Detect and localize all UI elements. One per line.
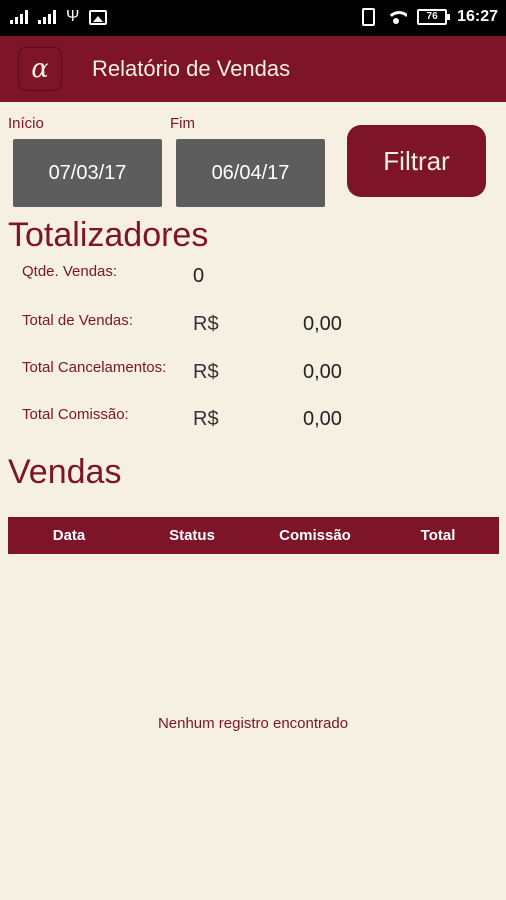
page-title: Relatório de Vendas	[92, 56, 291, 81]
cell-signal-icon	[10, 10, 28, 24]
qty-sales-value: 0	[193, 265, 205, 287]
total-commission-label: Total Comissão:	[22, 406, 129, 423]
app-bar: α Relatório de Vendas	[0, 36, 506, 102]
end-date-label: Fim	[170, 115, 195, 132]
vibrate-icon	[362, 8, 376, 26]
total-cancel-label: Total Cancelamentos:	[22, 359, 167, 376]
sales-title: Vendas	[8, 453, 122, 491]
sales-table-header: Data Status Comissão Total	[8, 517, 499, 554]
total-cancel-value: 0,00	[303, 361, 342, 383]
total-cancel-currency: R$	[193, 361, 219, 383]
column-header-status[interactable]: Status	[169, 527, 215, 544]
column-header-total[interactable]: Total	[421, 527, 456, 544]
usb-icon: Ψ	[66, 8, 80, 25]
start-date-field[interactable]: 07/03/17	[13, 139, 162, 207]
clock: 16:27	[457, 8, 498, 25]
filter-button[interactable]: Filtrar	[347, 125, 486, 197]
app-logo-icon[interactable]: α	[18, 47, 62, 91]
cell-signal-icon-2	[38, 10, 56, 24]
empty-state-message: Nenhum registro encontrado	[157, 715, 349, 732]
qty-sales-label: Qtde. Vendas:	[22, 263, 118, 280]
total-sales-label: Total de Vendas:	[22, 312, 133, 329]
column-header-commission[interactable]: Comissão	[279, 527, 351, 544]
total-commission-value: 0,00	[303, 408, 342, 430]
totals-title: Totalizadores	[8, 216, 209, 254]
total-commission-currency: R$	[193, 408, 219, 430]
status-bar: Ψ 76 16:27	[0, 0, 506, 36]
image-notification-icon	[89, 9, 108, 25]
start-date-label: Início	[8, 115, 44, 132]
column-header-date[interactable]: Data	[53, 527, 86, 544]
wifi-icon	[385, 9, 408, 25]
battery-icon: 76	[417, 9, 451, 25]
end-date-field[interactable]: 06/04/17	[176, 139, 325, 207]
total-sales-currency: R$	[193, 313, 219, 335]
total-sales-value: 0,00	[303, 313, 342, 335]
